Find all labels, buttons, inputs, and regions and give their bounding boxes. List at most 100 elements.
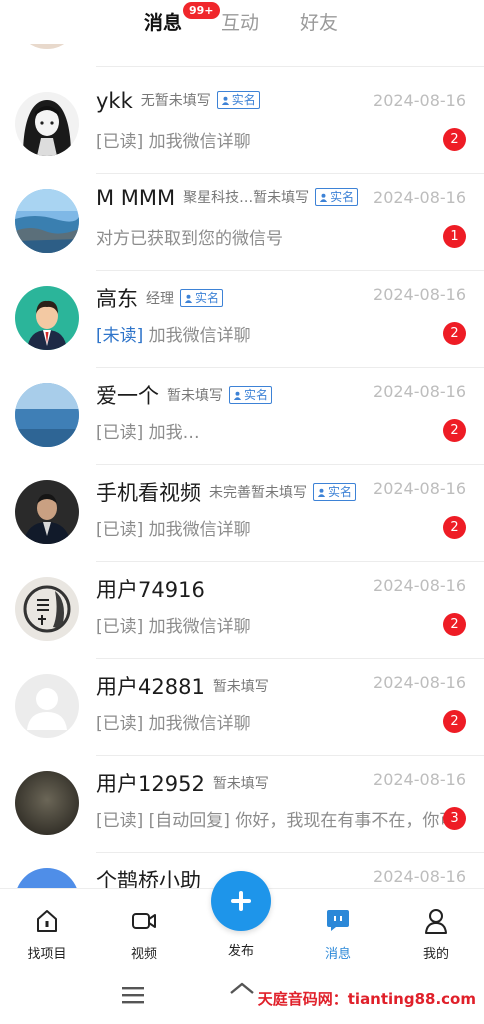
list-item-conversation[interactable]: 爱一个 暂未填写 实名 2024-08-16 [已读] 加我… 2 <box>0 368 484 465</box>
message-list[interactable]: ykk 无暂未填写 实名 2024-08-16 [已读] 加我微信详聊 2 M MM… <box>0 0 484 894</box>
nav-mine[interactable]: 我的 <box>396 907 476 962</box>
message-date: 2024-08-16 <box>373 576 466 595</box>
avatar <box>15 383 79 447</box>
person-icon <box>221 96 229 105</box>
avatar <box>15 771 79 835</box>
read-status: [已读] <box>96 132 144 152</box>
nav-label: 视频 <box>130 947 157 962</box>
nav-find-projects[interactable]: 找项目 <box>7 907 87 962</box>
list-item-conversation[interactable]: M MMM 聚星科技…暂未填写 实名 2024-08-16 对方已获取到您的微信号 … <box>0 174 484 271</box>
message-date: 2024-08-16 <box>373 673 466 692</box>
message-preview: [已读] 加我… <box>96 418 468 443</box>
avatar <box>15 480 79 544</box>
preview-text: [自动回复] 你好，我现在有事不在，你可 <box>148 811 457 831</box>
message-date: 2024-08-16 <box>373 91 466 110</box>
read-status: [已读] <box>96 423 144 443</box>
message-preview: [已读] 加我微信详聊 <box>96 709 468 734</box>
contact-name-text: 用户12952 <box>96 772 205 796</box>
contact-name: 手机看视频 未完善暂未填写 实名 <box>96 477 357 507</box>
preview-text: 加我微信详聊 <box>148 520 251 540</box>
verified-badge: 实名 <box>315 188 359 206</box>
list-item-conversation[interactable]: 用户12952 暂未填写 2024-08-16 [已读] [自动回复] 你好，我现… <box>0 756 484 853</box>
verified-label: 实名 <box>231 93 256 107</box>
contact-name: 高东 经理 实名 <box>96 283 224 313</box>
contact-name: 用户74916 <box>96 574 205 604</box>
nav-label: 消息 <box>324 947 351 962</box>
contact-meta: 暂未填写 <box>212 679 269 695</box>
message-preview: [已读] 加我微信详聊 <box>96 127 468 152</box>
avatar <box>15 577 79 641</box>
nav-messages[interactable]: 消息 <box>298 907 378 962</box>
home-button-icon[interactable] <box>228 982 256 1004</box>
list-item-conversation[interactable]: 用户42881 暂未填写 2024-08-16 [已读] 加我微信详聊 2 <box>0 659 484 756</box>
contact-meta: 暂未填写 <box>167 388 223 404</box>
verified-badge: 实名 <box>229 386 273 404</box>
unread-count-badge: 2 <box>443 710 466 733</box>
contact-name-text: M MMM <box>96 186 176 210</box>
nav-label: 找项目 <box>27 947 67 962</box>
person-icon <box>320 193 328 202</box>
publish-label: 发布 <box>227 944 254 959</box>
contact-name: M MMM 聚星科技…暂未填写 实名 <box>96 186 359 210</box>
avatar-placeholder <box>15 674 79 738</box>
contact-name-text: 爱一个 <box>96 384 159 408</box>
publish-button[interactable] <box>211 871 271 931</box>
person-icon <box>184 294 193 303</box>
contact-name-text: 用户74916 <box>96 578 205 602</box>
message-date: 2024-08-16 <box>373 770 466 789</box>
contact-meta: 未完善暂未填写 <box>209 485 307 501</box>
message-page: ykk 无暂未填写 实名 2024-08-16 [已读] 加我微信详聊 2 M MM… <box>0 0 484 1024</box>
contact-name: 用户42881 暂未填写 <box>96 671 269 701</box>
message-date: 2024-08-16 <box>373 285 466 304</box>
verified-label: 实名 <box>195 291 220 305</box>
message-date: 2024-08-16 <box>373 479 466 498</box>
person-icon <box>317 488 326 497</box>
messages-count-badge: 99+ <box>183 2 220 19</box>
avatar <box>15 189 79 253</box>
watermark: 天庭音码网：tianting88.com <box>257 990 476 1008</box>
divider <box>96 66 484 67</box>
contact-meta: 聚星科技…暂未填写 <box>183 190 310 206</box>
list-item-conversation[interactable]: ykk 无暂未填写 实名 2024-08-16 [已读] 加我微信详聊 2 <box>0 77 484 174</box>
unread-count-badge: 2 <box>443 322 466 345</box>
preview-text: 加我… <box>148 423 200 443</box>
message-preview: [已读] 加我微信详聊 <box>96 515 468 540</box>
nav-label: 我的 <box>422 947 449 962</box>
unread-count-badge: 2 <box>443 613 466 636</box>
preview-text: 加我微信详聊 <box>148 617 251 637</box>
video-camera-icon <box>132 913 156 929</box>
unread-count-badge: 3 <box>443 807 466 830</box>
tab-interaction[interactable]: 互动 <box>221 8 259 35</box>
tab-messages[interactable]: 消息 <box>144 8 182 35</box>
tab-friends[interactable]: 好友 <box>300 8 338 35</box>
user-icon <box>425 909 447 934</box>
unread-count-badge: 1 <box>443 225 466 248</box>
contact-name-text: 手机看视频 <box>96 481 201 505</box>
contact-name-text: ykk <box>96 89 133 113</box>
contact-meta: 无暂未填写 <box>140 93 211 109</box>
read-status: [已读] <box>96 617 144 637</box>
nav-video[interactable]: 视频 <box>104 907 184 962</box>
list-item-conversation[interactable]: 用户74916 2024-08-16 [已读] 加我微信详聊 2 <box>0 562 484 659</box>
menu-icon[interactable] <box>122 986 144 1004</box>
verified-badge: 实名 <box>313 483 357 501</box>
verified-label: 实名 <box>328 485 353 499</box>
list-item-conversation[interactable]: 手机看视频 未完善暂未填写 实名 2024-08-16 [已读] 加我微信详聊 2 <box>0 465 484 562</box>
read-status: [已读] <box>96 811 144 831</box>
preview-text: 加我微信详聊 <box>148 326 251 346</box>
message-preview: 对方已获取到您的微信号 <box>96 224 468 249</box>
home-icon <box>37 910 57 932</box>
message-icon <box>327 910 349 931</box>
contact-name-text: 高东 <box>96 287 138 311</box>
preview-text: 加我微信详聊 <box>148 132 251 152</box>
unread-count-badge: 2 <box>443 419 466 442</box>
list-item-conversation[interactable]: 高东 经理 实名 2024-08-16 [未读] 加我微信详聊 2 <box>0 271 484 368</box>
avatar <box>15 286 79 350</box>
message-preview: [已读] [自动回复] 你好，我现在有事不在，你可 <box>96 806 468 831</box>
verified-label: 实名 <box>330 190 355 204</box>
contact-name: 爱一个 暂未填写 实名 <box>96 380 273 410</box>
contact-meta: 暂未填写 <box>212 776 269 792</box>
unread-count-badge: 2 <box>443 516 466 539</box>
message-date: 2024-08-16 <box>373 867 466 886</box>
read-status: [已读] <box>96 520 144 540</box>
